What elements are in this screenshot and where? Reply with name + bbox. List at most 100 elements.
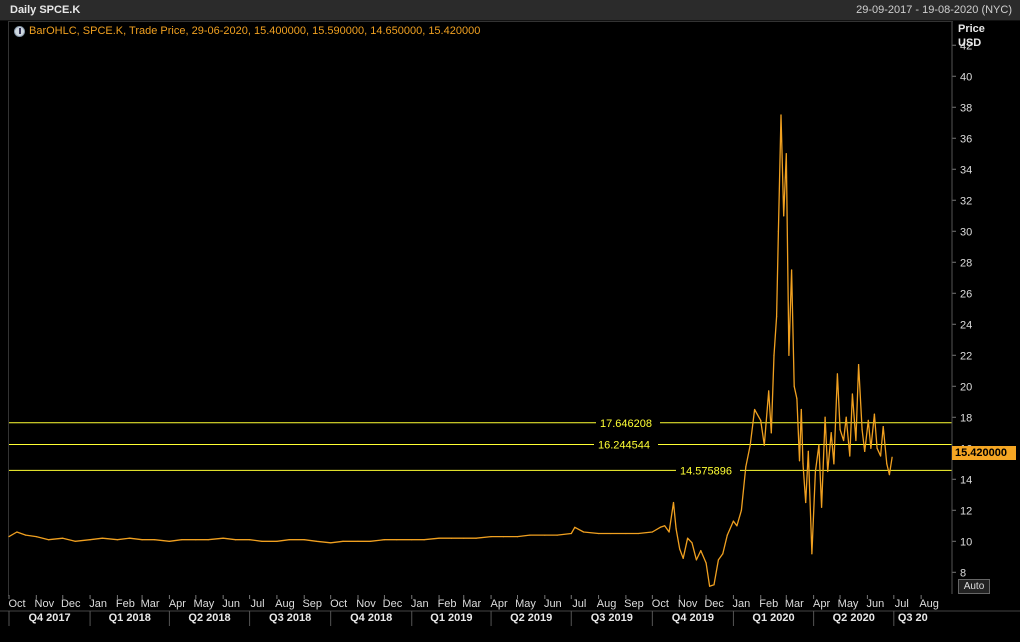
- price-point: [857, 363, 860, 366]
- price-point: [8, 536, 10, 538]
- price-point: [793, 385, 795, 387]
- y-tick-label: 12: [960, 505, 972, 517]
- price-point: [827, 470, 829, 473]
- x-month-label: Sep: [624, 598, 644, 610]
- x-month-label: Oct: [330, 598, 347, 610]
- price-point: [814, 470, 816, 473]
- price-point: [888, 474, 891, 476]
- price-point: [800, 408, 802, 411]
- price-point: [610, 532, 612, 535]
- x-month-label: Apr: [813, 598, 830, 610]
- price-chart: 17.64620816.24454414.575896 810121416182…: [0, 22, 1020, 626]
- price-point: [864, 450, 866, 452]
- price-point: [820, 506, 823, 508]
- price-point: [396, 539, 398, 541]
- price-point: [516, 536, 519, 538]
- x-axis: Oct Nov Dec Jan Feb Mar Apr May Jun Jul Aug Sep Oct N…: [0, 595, 1020, 626]
- x-month-label: Dec: [383, 598, 403, 610]
- price-point: [807, 450, 809, 452]
- price-point: [861, 429, 863, 431]
- horizontal-lines-layer: 17.646208 16.244544 14.575896: [9, 415, 952, 477]
- price-point: [490, 536, 492, 538]
- x-month-label: Dec: [704, 598, 724, 610]
- price-point: [463, 537, 465, 539]
- price-point: [222, 537, 224, 539]
- price-point: [842, 439, 845, 442]
- price-point: [25, 534, 27, 536]
- x-month-label: Aug: [275, 598, 295, 610]
- price-point: [668, 531, 670, 533]
- x-month-label: Oct: [8, 598, 25, 610]
- price-point: [411, 539, 413, 541]
- y-axis-title: Price: [958, 23, 985, 35]
- price-point: [637, 532, 639, 535]
- x-quarter-label: Q2 2019: [510, 612, 552, 624]
- price-point: [713, 584, 715, 586]
- price-point: [261, 540, 263, 542]
- price-point: [248, 539, 251, 541]
- x-month-label: Nov: [35, 598, 55, 610]
- y-tick-label: 18: [960, 412, 972, 424]
- x-quarter-label: Q1 2019: [430, 612, 472, 624]
- y-tick-label: 34: [960, 164, 972, 176]
- price-point: [651, 531, 653, 533]
- x-month-label: Sep: [302, 598, 322, 610]
- price-point: [845, 416, 847, 418]
- price-point: [891, 456, 893, 458]
- price-point: [195, 539, 197, 541]
- price-point: [768, 390, 770, 392]
- last-price-tag: 15.420000: [952, 446, 1016, 460]
- price-point: [722, 553, 724, 555]
- price-point: [116, 539, 118, 541]
- price-point: [62, 537, 64, 539]
- price-point: [753, 408, 756, 411]
- price-point: [330, 542, 332, 544]
- auto-scale-button[interactable]: Auto: [958, 579, 990, 594]
- price-point: [849, 455, 851, 457]
- x-month-label: Oct: [652, 598, 669, 610]
- x-month-label: Jun: [867, 598, 885, 610]
- x-quarter-label: Q4 2019: [672, 612, 714, 624]
- price-point: [867, 419, 869, 421]
- price-point: [788, 354, 790, 356]
- instrument-icon[interactable]: [14, 25, 25, 37]
- legend-text: BarOHLC, SPCE.K, Trade Price, 29-06-2020…: [29, 25, 481, 37]
- price-point: [886, 463, 888, 465]
- price-point: [659, 526, 661, 528]
- price-point: [805, 501, 807, 504]
- price-point: [836, 373, 839, 375]
- x-month-label: Jan: [89, 598, 107, 610]
- legend: BarOHLC, SPCE.K, Trade Price, 29-06-2020…: [14, 24, 480, 38]
- x-month-label: Feb: [759, 598, 778, 610]
- price-point: [777, 230, 779, 232]
- price-point: [369, 540, 371, 542]
- price-point: [833, 463, 835, 465]
- price-point: [705, 562, 707, 564]
- x-month-label: Jan: [411, 598, 429, 610]
- price-point: [695, 559, 698, 561]
- horizontal-line-label: 14.575896: [680, 465, 732, 477]
- price-point: [570, 532, 572, 535]
- x-month-label: Feb: [438, 598, 457, 610]
- x-month-label: Jun: [544, 598, 562, 610]
- price-point: [450, 537, 453, 539]
- price-point: [502, 536, 505, 538]
- price-point: [682, 557, 684, 559]
- price-point: [870, 447, 872, 449]
- y-tick-label: 36: [960, 133, 972, 145]
- x-month-label: May: [838, 598, 859, 610]
- price-point: [315, 540, 318, 542]
- price-point: [876, 447, 878, 449]
- price-point: [383, 539, 386, 541]
- y-tick-label: 26: [960, 288, 972, 300]
- x-quarter-label: Q1 2018: [109, 612, 151, 624]
- price-point: [101, 537, 104, 539]
- x-month-label: Mar: [141, 598, 160, 610]
- x-month-label: Mar: [462, 598, 481, 610]
- price-point: [798, 460, 801, 462]
- price-point: [74, 540, 76, 542]
- x-month-label: Jan: [733, 598, 751, 610]
- y-tick-label: 14: [960, 474, 972, 486]
- price-point: [818, 444, 820, 446]
- x-month-label: May: [193, 598, 214, 610]
